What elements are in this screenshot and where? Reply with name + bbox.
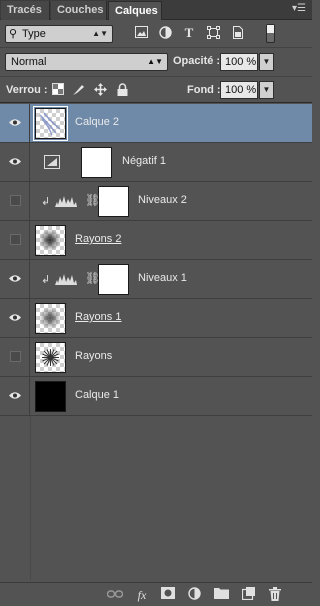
layer-row-niveaux-2[interactable]: ↲ ⛓ Niveaux 2 [0, 182, 312, 221]
fill-dropdown-button[interactable]: ▼ [259, 81, 274, 99]
hidden-checkbox-icon [10, 195, 21, 206]
visibility-toggle[interactable] [0, 143, 30, 181]
clipping-arrow-icon: ↲ [41, 196, 51, 208]
visibility-toggle[interactable] [0, 104, 30, 142]
layer-name: Niveaux 1 [138, 272, 187, 284]
chevron-updown-icon: ▲▼ [92, 29, 108, 38]
eye-icon [9, 314, 21, 321]
add-mask-icon[interactable] [160, 587, 176, 603]
hidden-checkbox-icon [10, 351, 21, 362]
layer-mask-thumbnail [98, 186, 129, 217]
pixel-layer-filter-icon[interactable] [134, 26, 148, 40]
layer-thumbnail [35, 381, 66, 412]
lock-label: Verrou : [6, 84, 48, 96]
visibility-toggle[interactable] [0, 338, 30, 376]
lock-fill-row: Verrou : Fond : 100 % ▼ [0, 76, 312, 103]
link-layers-icon[interactable] [106, 587, 124, 603]
layer-mask-thumbnail [98, 264, 129, 295]
smart-object-filter-icon[interactable] [231, 26, 245, 40]
layer-name: Niveaux 2 [138, 194, 187, 206]
lock-all-icon[interactable] [116, 83, 129, 96]
new-adjustment-layer-icon[interactable] [186, 587, 202, 603]
layers-bottom-toolbar: fx [0, 582, 312, 606]
eye-icon [9, 158, 21, 165]
panel-tab-bar: Tracés Couches Calques ▾☰ [0, 0, 312, 21]
layer-thumbnail [35, 342, 66, 373]
visibility-toggle[interactable] [0, 182, 30, 220]
lock-image-pixels-icon[interactable] [72, 83, 85, 96]
layer-mask-thumbnail [81, 147, 112, 178]
fill-input[interactable]: 100 % [220, 81, 258, 99]
tab-channels[interactable]: Couches [51, 1, 107, 20]
type-layer-filter-icon[interactable]: T [182, 26, 196, 40]
filter-toggle-switch[interactable] [266, 24, 275, 43]
layer-name: Rayons 1 [75, 311, 122, 323]
visibility-toggle[interactable] [0, 221, 30, 259]
clipping-arrow-icon: ↲ [41, 274, 51, 286]
layer-name: Négatif 1 [122, 155, 167, 167]
visibility-toggle[interactable] [0, 299, 30, 337]
visibility-toggle[interactable] [0, 260, 30, 298]
opacity-label: Opacité : [173, 55, 221, 67]
blend-mode-select[interactable]: Normal ▲▼ [5, 53, 168, 71]
opacity-dropdown-button[interactable]: ▼ [259, 53, 274, 71]
panel-menu-icon[interactable]: ▾☰ [292, 3, 306, 15]
layer-thumbnail [35, 108, 66, 139]
filter-type-select[interactable]: ⚲ Type ▲▼ [5, 25, 113, 43]
layer-style-fx-icon[interactable]: fx [134, 587, 150, 603]
blend-opacity-row: Normal ▲▼ Opacité : 100 % ▼ [0, 49, 312, 75]
layer-row-negatif-1[interactable]: Négatif 1 [0, 143, 312, 182]
layer-name: Rayons 2 [75, 233, 122, 245]
eye-icon [9, 392, 21, 399]
eye-icon [9, 119, 21, 126]
layer-name: Calque 2 [75, 116, 120, 128]
hidden-checkbox-icon [10, 234, 21, 245]
layer-row-rayons[interactable]: Rayons [0, 338, 312, 377]
chevron-updown-icon: ▲▼ [147, 57, 163, 66]
fill-label: Fond : [187, 84, 221, 96]
adjustment-layer-filter-icon[interactable] [158, 26, 172, 40]
search-icon: ⚲ [9, 28, 18, 40]
visibility-toggle[interactable] [0, 377, 30, 415]
layer-row-calque-2[interactable]: Calque 2 [0, 104, 312, 143]
layer-row-calque-1[interactable]: Calque 1 [0, 377, 312, 416]
filter-type-value: Type [22, 28, 46, 40]
shape-layer-filter-icon[interactable] [206, 26, 220, 40]
tab-paths[interactable]: Tracés [1, 1, 50, 20]
eye-icon [9, 275, 21, 282]
tab-layers[interactable]: Calques [108, 1, 162, 21]
layer-row-niveaux-1[interactable]: ↲ ⛓ Niveaux 1 [0, 260, 312, 299]
invert-adjustment-icon [44, 155, 66, 169]
delete-layer-trash-icon[interactable] [267, 587, 283, 603]
layer-name: Rayons [75, 350, 113, 362]
layers-list: Calque 2 Négatif 1 ↲ ⛓ Niveaux 2 Rayons … [0, 104, 312, 580]
layer-thumbnail [35, 225, 66, 256]
opacity-input[interactable]: 100 % [220, 53, 258, 71]
layer-filter-row: ⚲ Type ▲▼ T [0, 20, 312, 48]
lock-position-icon[interactable] [94, 83, 107, 96]
levels-adjustment-icon [55, 272, 77, 286]
layer-row-rayons-2[interactable]: Rayons 2 [0, 221, 312, 260]
layer-name: Calque 1 [75, 389, 120, 401]
layer-thumbnail [35, 303, 66, 334]
blend-mode-value: Normal [11, 56, 47, 68]
new-layer-icon[interactable] [240, 587, 256, 603]
levels-adjustment-icon [55, 194, 77, 208]
lock-transparent-pixels-icon[interactable] [51, 83, 64, 96]
column-divider [30, 416, 31, 580]
new-group-folder-icon[interactable] [213, 587, 229, 603]
layer-row-rayons-1[interactable]: Rayons 1 [0, 299, 312, 338]
